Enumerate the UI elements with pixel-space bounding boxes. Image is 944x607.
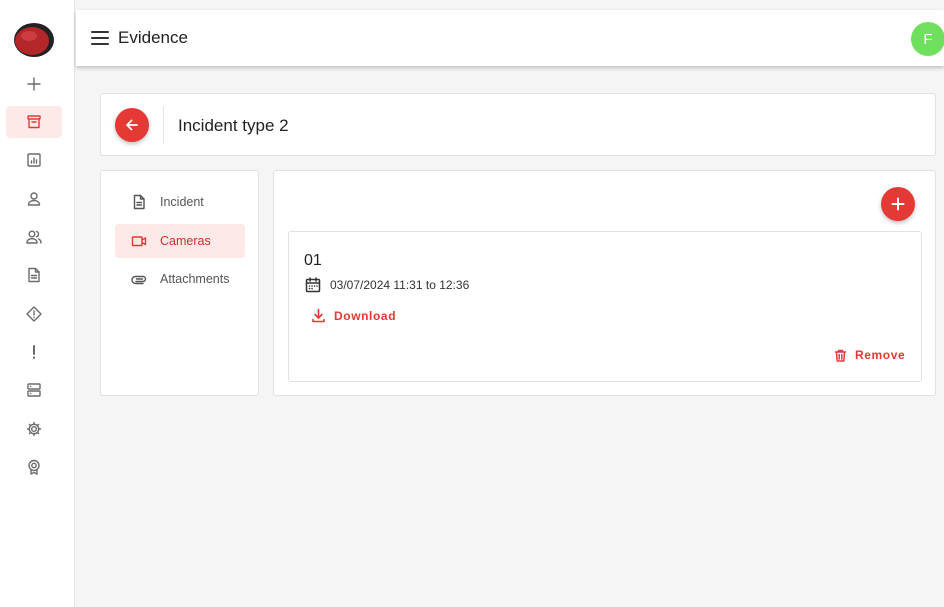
remove-label: Remove <box>855 348 906 362</box>
rail-item-users[interactable] <box>6 221 62 253</box>
side-rail <box>0 0 75 607</box>
remove-button[interactable]: Remove <box>834 348 905 362</box>
rail-item-documents[interactable] <box>6 259 62 291</box>
document-icon <box>133 194 145 210</box>
rail-item-awards[interactable] <box>6 451 62 483</box>
recording-date-text: 03/07/2024 11:31 to 12:36 <box>330 278 470 292</box>
user-icon <box>27 192 41 206</box>
hamburger-menu-icon[interactable] <box>91 31 109 45</box>
back-button[interactable] <box>115 108 149 142</box>
video-camera-icon <box>131 236 147 247</box>
settings-icon <box>26 421 42 437</box>
exclamation-icon <box>32 345 36 359</box>
download-label: Download <box>334 308 397 323</box>
nav-item-label: Incident <box>160 195 204 209</box>
rail-item-servers[interactable] <box>6 374 62 406</box>
warning-diamond-icon <box>26 306 42 322</box>
badge-icon <box>28 459 40 475</box>
cameras-panel: 01 03/07/2024 11:31 to 12:36 Download Re… <box>273 170 936 396</box>
rail-item-reports[interactable] <box>6 144 62 176</box>
nav-item-label: Cameras <box>160 234 211 248</box>
document-icon <box>28 267 40 283</box>
download-button[interactable]: Download <box>307 306 402 325</box>
incident-title: Incident type 2 <box>178 116 289 135</box>
incident-header-card: Incident type 2 <box>100 93 936 156</box>
nav-item-attachments[interactable]: Attachments <box>115 262 245 296</box>
users-icon <box>26 230 42 244</box>
calendar-icon <box>305 277 321 293</box>
rail-item-alerts[interactable] <box>6 298 62 330</box>
rail-item-settings[interactable] <box>6 413 62 445</box>
header-divider <box>163 106 164 144</box>
page-title: Evidence <box>118 28 188 47</box>
recording-date-range: 03/07/2024 11:31 to 12:36 <box>305 277 469 293</box>
arrow-left-icon <box>126 119 138 131</box>
rail-item-user[interactable] <box>6 183 62 215</box>
download-icon <box>312 308 325 323</box>
nav-item-cameras[interactable]: Cameras <box>115 224 245 258</box>
plus-icon <box>891 197 905 211</box>
nav-item-incident[interactable]: Incident <box>115 185 245 219</box>
archive-icon <box>27 115 41 129</box>
rail-item-evidence[interactable] <box>6 106 62 138</box>
rail-item-notices[interactable] <box>6 336 62 368</box>
rail-item-add[interactable] <box>6 68 62 100</box>
recording-card: 01 03/07/2024 11:31 to 12:36 Download Re… <box>288 231 922 382</box>
incident-section-nav: Incident Cameras Attachments <box>100 170 259 396</box>
app-logo[interactable] <box>13 22 55 58</box>
user-avatar[interactable]: F <box>911 22 944 56</box>
recording-id: 01 <box>304 252 322 269</box>
nav-item-label: Attachments <box>160 272 230 286</box>
paperclip-icon <box>131 275 147 285</box>
trash-icon <box>834 349 847 362</box>
add-camera-recording-button[interactable] <box>881 187 915 221</box>
server-icon <box>27 383 41 397</box>
report-chart-icon <box>27 153 41 167</box>
top-app-bar: Evidence F <box>76 10 944 66</box>
plus-icon <box>27 77 41 91</box>
